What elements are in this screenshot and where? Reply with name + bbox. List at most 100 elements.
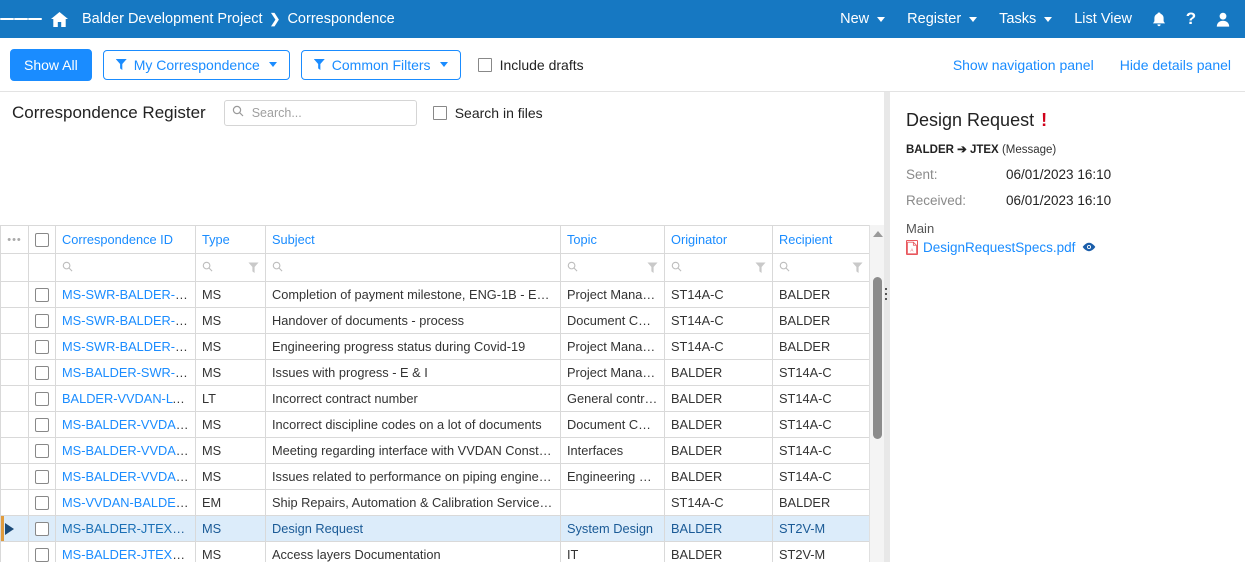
select-all-header[interactable] — [28, 225, 56, 254]
search-in-files-checkbox[interactable]: Search in files — [432, 105, 543, 121]
row-checkbox-cell[interactable] — [28, 307, 56, 334]
row-checkbox-cell[interactable] — [28, 437, 56, 464]
correspondence-id-link[interactable]: MS-BALDER-VVDAN-… — [62, 417, 195, 432]
correspondence-id-link[interactable]: MS-SWR-BALDER-0005 — [62, 287, 195, 302]
row-checkbox-cell[interactable] — [28, 359, 56, 386]
table-row[interactable]: MS-BALDER-VVDAN-… MS Meeting regarding int… — [0, 437, 870, 464]
cell-correspondence-id[interactable]: MS-SWR-BALDER-0004 — [55, 307, 196, 334]
correspondence-id-link[interactable]: MS-BALDER-JTEX-01… — [62, 547, 195, 562]
filter-cell-subject[interactable] — [265, 253, 561, 282]
search-icon[interactable] — [671, 261, 682, 275]
attachment-file-name[interactable]: DesignRequestSpecs.pdf — [923, 240, 1075, 255]
menu-new[interactable]: New — [829, 0, 896, 38]
row-checkbox[interactable] — [35, 339, 49, 354]
cell-correspondence-id[interactable]: MS-BALDER-SWR-0009 — [55, 359, 196, 386]
correspondence-id-link[interactable]: MS-BALDER-SWR-0009 — [62, 365, 195, 380]
notification-bell-icon[interactable] — [1143, 0, 1175, 38]
row-checkbox-cell[interactable] — [28, 515, 56, 542]
row-checkbox-cell[interactable] — [28, 281, 56, 308]
menu-tasks[interactable]: Tasks — [988, 0, 1063, 38]
row-checkbox[interactable] — [35, 365, 49, 380]
eye-icon[interactable] — [1082, 241, 1096, 255]
table-row[interactable]: MS-SWR-BALDER-0003 MS Engineering progress… — [0, 333, 870, 360]
row-checkbox[interactable] — [35, 391, 49, 406]
search-box[interactable] — [223, 99, 417, 126]
cell-correspondence-id[interactable]: MS-BALDER-VVDAN-… — [55, 437, 196, 464]
correspondence-id-link[interactable]: MS-SWR-BALDER-0004 — [62, 313, 195, 328]
table-row[interactable]: MS-BALDER-SWR-0009 MS Issues with progress… — [0, 359, 870, 386]
table-row[interactable]: MS-BALDER-VVDAN-… MS Issues related to per… — [0, 463, 870, 490]
filter-icon[interactable] — [852, 262, 863, 273]
column-header-correspondence-id[interactable]: Correspondence ID — [55, 225, 196, 254]
row-checkbox[interactable] — [35, 287, 49, 302]
table-row[interactable]: MS-SWR-BALDER-0005 MS Completion of paymen… — [0, 281, 870, 308]
row-checkbox-cell[interactable] — [28, 333, 56, 360]
cell-correspondence-id[interactable]: MS-SWR-BALDER-0003 — [55, 333, 196, 360]
filter-icon[interactable] — [647, 262, 658, 273]
row-checkbox[interactable] — [35, 313, 49, 328]
correspondence-id-link[interactable]: MS-BALDER-VVDAN-… — [62, 469, 195, 484]
common-filters-button[interactable]: Common Filters — [300, 49, 461, 80]
column-header-originator[interactable]: Originator — [664, 225, 773, 254]
search-icon[interactable] — [272, 261, 283, 275]
hamburger-menu-icon[interactable] — [0, 16, 42, 22]
row-checkbox[interactable] — [35, 417, 49, 432]
user-account-icon[interactable] — [1207, 0, 1239, 38]
breadcrumb-item-project[interactable]: Balder Development Project — [82, 11, 263, 27]
filter-icon[interactable] — [248, 262, 259, 273]
table-vertical-scrollbar[interactable] — [869, 225, 884, 562]
hide-details-panel-link[interactable]: Hide details panel — [1120, 57, 1231, 73]
row-checkbox-cell[interactable] — [28, 489, 56, 516]
correspondence-id-link[interactable]: MS-BALDER-JTEX-01… — [62, 521, 195, 536]
include-drafts-checkbox[interactable]: Include drafts — [477, 57, 584, 73]
show-navigation-panel-link[interactable]: Show navigation panel — [953, 57, 1094, 73]
search-icon[interactable] — [567, 261, 578, 275]
table-row[interactable]: MS-SWR-BALDER-0004 MS Handover of document… — [0, 307, 870, 334]
select-all-checkbox[interactable] — [35, 232, 49, 247]
vertical-scrollbar-thumb[interactable] — [873, 277, 882, 439]
row-checkbox-cell[interactable] — [28, 385, 56, 412]
row-checkbox-cell[interactable] — [28, 541, 56, 562]
correspondence-id-link[interactable]: BALDER-VVDAN-LT-0… — [62, 391, 195, 406]
home-icon[interactable] — [42, 11, 76, 27]
search-icon[interactable] — [202, 261, 213, 275]
filter-icon[interactable] — [755, 262, 766, 273]
row-checkbox[interactable] — [35, 495, 49, 510]
row-checkbox[interactable] — [35, 469, 49, 484]
column-header-topic[interactable]: Topic — [560, 225, 665, 254]
cell-correspondence-id[interactable]: MS-BALDER-JTEX-01… — [55, 541, 196, 562]
my-correspondence-filter-button[interactable]: My Correspondence — [102, 49, 290, 80]
search-input[interactable] — [249, 104, 409, 121]
filter-cell-recipient[interactable] — [772, 253, 870, 282]
filter-cell-type[interactable] — [195, 253, 266, 282]
table-row[interactable]: MS-BALDER-VVDAN-… MS Incorrect discipline … — [0, 411, 870, 438]
table-row[interactable]: MS-BALDER-JTEX-01… MS Design Request System… — [0, 515, 870, 542]
table-row[interactable]: MS-VVDAN-BALDER-… EM Ship Repairs, Automat… — [0, 489, 870, 516]
filter-cell-correspondence-id[interactable] — [55, 253, 196, 282]
filter-cell-topic[interactable] — [560, 253, 665, 282]
column-header-type[interactable]: Type — [195, 225, 266, 254]
search-in-files-checkbox-box[interactable] — [432, 105, 447, 120]
row-checkbox[interactable] — [35, 443, 49, 458]
menu-list-view[interactable]: List View — [1063, 0, 1143, 38]
cell-correspondence-id[interactable]: BALDER-VVDAN-LT-0… — [55, 385, 196, 412]
menu-register[interactable]: Register — [896, 0, 988, 38]
cell-correspondence-id[interactable]: MS-SWR-BALDER-0005 — [55, 281, 196, 308]
row-checkbox[interactable] — [35, 521, 49, 536]
cell-correspondence-id[interactable]: MS-BALDER-VVDAN-… — [55, 463, 196, 490]
column-header-subject[interactable]: Subject — [265, 225, 561, 254]
search-icon[interactable] — [779, 261, 790, 275]
include-drafts-checkbox-box[interactable] — [477, 57, 492, 72]
cell-correspondence-id[interactable]: MS-BALDER-JTEX-01… — [55, 515, 196, 542]
table-row[interactable]: MS-BALDER-JTEX-01… MS Access layers Docume… — [0, 541, 870, 562]
table-row[interactable]: BALDER-VVDAN-LT-0… LT Incorrect contract n… — [0, 385, 870, 412]
row-checkbox[interactable] — [35, 547, 49, 562]
row-checkbox-cell[interactable] — [28, 411, 56, 438]
column-header-recipient[interactable]: Recipient — [772, 225, 870, 254]
row-checkbox-cell[interactable] — [28, 463, 56, 490]
column-options-header[interactable]: ••• — [0, 225, 29, 254]
column-options-icon[interactable]: ••• — [7, 234, 22, 246]
breadcrumb-item-correspondence[interactable]: Correspondence — [287, 11, 394, 27]
scroll-up-icon[interactable] — [873, 231, 883, 237]
help-icon[interactable]: ? — [1175, 0, 1207, 38]
